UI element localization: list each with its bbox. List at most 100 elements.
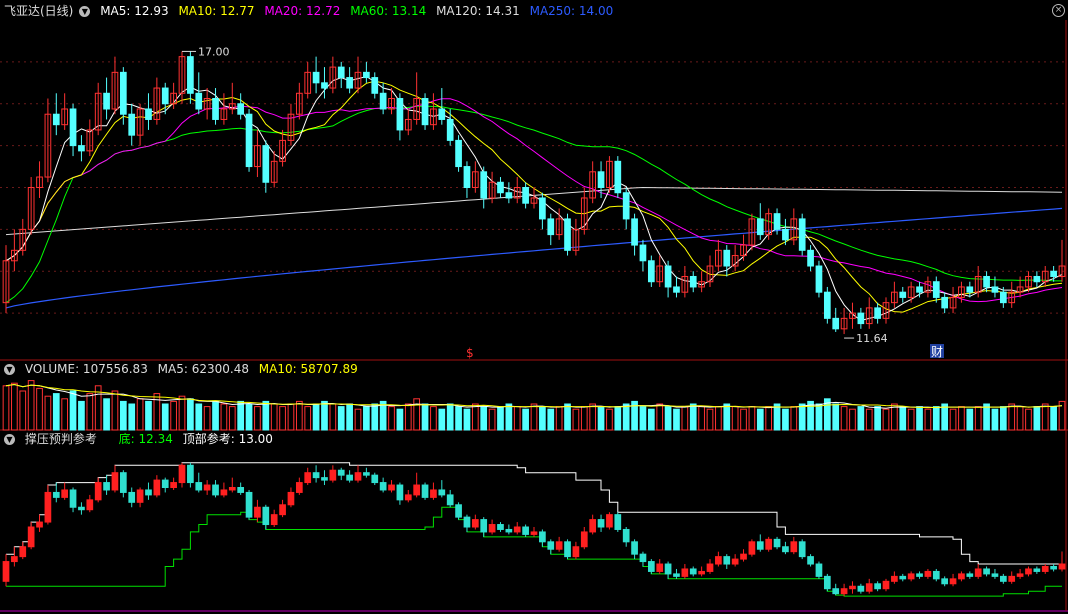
- volume-bar: [773, 403, 781, 431]
- volume-bar: [865, 408, 873, 431]
- indicator-candle-body: [69, 489, 77, 508]
- price-candle-body: [69, 108, 77, 147]
- volume-bar: [111, 390, 119, 431]
- volume-bar: [765, 406, 773, 431]
- price-candle-body: [899, 291, 907, 298]
- volume-bar: [983, 403, 990, 431]
- indicator-candle-body: [723, 556, 731, 565]
- volume-bar: [790, 406, 798, 431]
- price-candle-body: [346, 77, 353, 89]
- indicator-candle-body: [94, 482, 102, 501]
- indicator-candle-body: [304, 472, 312, 484]
- price-candle-body: [52, 113, 60, 126]
- indicator-candle-body: [170, 482, 177, 488]
- volume-bar: [455, 406, 462, 431]
- volume-bar: [463, 408, 471, 431]
- volume-bar: [446, 403, 454, 431]
- volume-bar: [899, 406, 907, 431]
- indicator-candle-body: [815, 563, 823, 577]
- indicator-candle-body: [673, 573, 680, 577]
- indicator-candle-body: [480, 519, 488, 533]
- indicator-candle-body: [924, 570, 932, 577]
- volume-bar: [471, 403, 479, 431]
- volume-bar: [128, 403, 136, 431]
- volume-bar: [756, 408, 764, 431]
- volume-bar: [287, 403, 295, 431]
- indicator-candle-body: [237, 487, 245, 493]
- price-candle-body: [639, 244, 647, 262]
- volume-label: VOLUME: 107556.83: [24, 362, 148, 376]
- indicator-candle-body: [622, 528, 630, 543]
- collapse-icon[interactable]: ▼: [79, 6, 91, 17]
- volume-bar: [69, 390, 77, 431]
- volume-bar: [505, 403, 513, 431]
- volume-bar: [262, 400, 270, 431]
- price-candle-body: [262, 145, 270, 183]
- indicator-candle-body: [589, 519, 597, 533]
- indicator-candle-body: [145, 489, 152, 496]
- indicator-candle-body: [455, 504, 462, 518]
- volume-bar: [547, 408, 555, 431]
- volume-bar: [572, 408, 580, 431]
- close-icon[interactable]: ×: [1052, 4, 1065, 17]
- volume-bar: [916, 406, 923, 431]
- indicator-candle-body: [564, 541, 571, 558]
- indicator-candle-body: [195, 482, 203, 491]
- volume-bar: [212, 400, 219, 431]
- price-candle-body: [161, 87, 169, 105]
- indicator-candle-body: [254, 506, 261, 518]
- volume-bar: [1016, 406, 1024, 431]
- price-candle-body: [145, 108, 152, 120]
- volume-bar: [19, 390, 27, 431]
- volume-bar: [715, 406, 722, 431]
- volume-bar: [999, 406, 1007, 431]
- high-price-label: 17.00: [198, 45, 230, 58]
- price-candle-body: [547, 218, 555, 236]
- volume-bar: [27, 380, 35, 431]
- indicator-candle-body: [689, 568, 697, 575]
- indicator-candle-body: [807, 556, 814, 565]
- price-candle-body: [497, 181, 504, 194]
- indicator-candle-body: [891, 575, 898, 582]
- indicator-candle-body: [471, 519, 479, 528]
- price-candle-body: [647, 260, 655, 283]
- indicator-candle-body: [614, 514, 622, 530]
- indicator-candle-body: [128, 491, 136, 503]
- price-candle-body: [421, 98, 429, 126]
- indicator-candle-body: [413, 484, 421, 496]
- price-candle-body: [363, 71, 370, 79]
- collapse-icon[interactable]: ▼: [4, 434, 15, 445]
- volume-bar: [1033, 406, 1041, 431]
- indicator-candle-body: [882, 580, 890, 590]
- indicator-candle-body: [530, 531, 538, 535]
- indicator-candle-body: [731, 558, 739, 565]
- volume-bar: [530, 403, 538, 431]
- volume-bar: [245, 403, 253, 431]
- price-candle-body: [622, 192, 630, 220]
- volume-bar: [681, 406, 689, 431]
- price-candle-body: [673, 286, 680, 293]
- price-candle-body: [823, 291, 831, 319]
- indicator-candle-body: [1033, 568, 1041, 572]
- indicator-candle-body: [19, 546, 27, 558]
- dividend-marker: $: [466, 346, 474, 360]
- indicator-candle-body: [505, 528, 513, 533]
- volume-bar: [606, 408, 613, 431]
- volume-bar: [580, 406, 588, 431]
- volume-bar: [782, 408, 789, 431]
- indicator-candle-body: [1041, 566, 1049, 572]
- price-candle-body: [78, 145, 85, 152]
- volume-bar: [564, 403, 571, 431]
- volume-bar: [723, 403, 731, 431]
- indicator-candle-body: [270, 514, 278, 526]
- collapse-icon[interactable]: ▼: [4, 364, 15, 375]
- indicator-candle-body: [899, 575, 907, 580]
- indicator-candle-body: [740, 553, 747, 560]
- indicator-candle-body: [287, 491, 295, 506]
- ma5-label: MA5: 12.93: [100, 4, 169, 18]
- volume-bar: [539, 406, 546, 431]
- volume-bar: [279, 406, 286, 431]
- indicator-candle-body: [220, 489, 228, 496]
- top-reference-line: [6, 462, 1063, 565]
- volume-bar: [798, 403, 806, 431]
